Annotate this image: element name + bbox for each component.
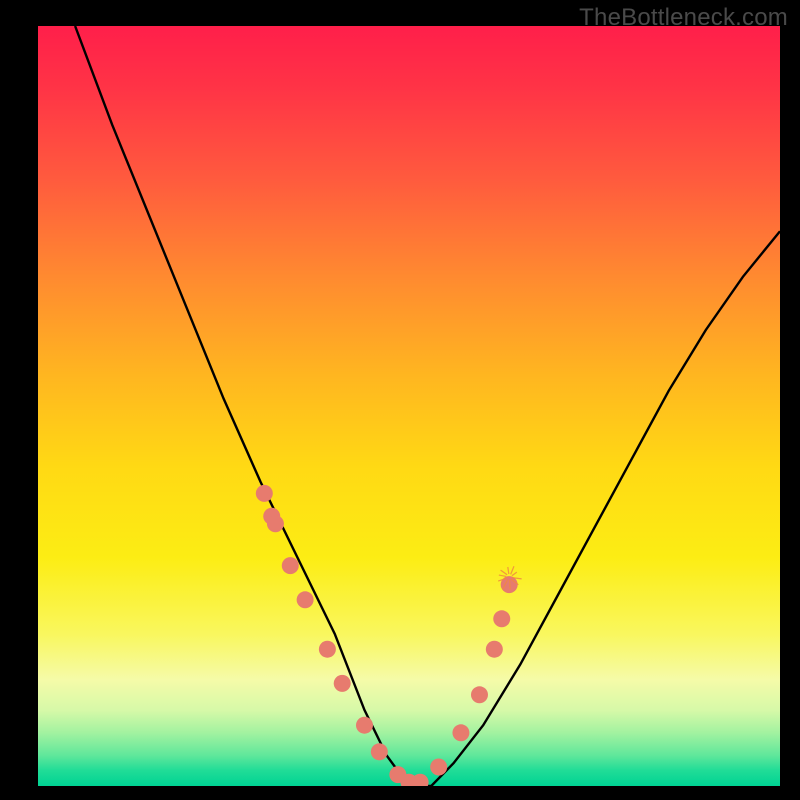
- scatter-dot: [430, 759, 447, 776]
- scatter-dot: [486, 641, 503, 658]
- watermark-text: TheBottleneck.com: [579, 4, 788, 32]
- spark-ray: [501, 570, 508, 575]
- scatter-dot: [471, 686, 488, 703]
- scatter-dot: [493, 610, 510, 627]
- scatter-points: [256, 485, 518, 786]
- spark-ray: [512, 572, 517, 576]
- spark-ray: [499, 575, 506, 576]
- scatter-dot: [371, 743, 388, 760]
- scatter-dot: [452, 724, 469, 741]
- scatter-dot: [267, 515, 284, 532]
- chart-svg: [38, 26, 780, 786]
- scatter-dot: [282, 557, 299, 574]
- scatter-dot: [256, 485, 273, 502]
- scatter-dot: [356, 717, 373, 734]
- bottleneck-curve: [75, 26, 780, 786]
- scatter-dot: [297, 591, 314, 608]
- spark-ray: [510, 580, 511, 590]
- chart-frame: TheBottleneck.com: [0, 0, 800, 800]
- plot-area: [38, 26, 780, 786]
- scatter-dot: [501, 576, 518, 593]
- scatter-dot: [319, 641, 336, 658]
- scatter-dot: [334, 675, 351, 692]
- spark-ray: [511, 566, 514, 574]
- spark-ray: [508, 567, 509, 574]
